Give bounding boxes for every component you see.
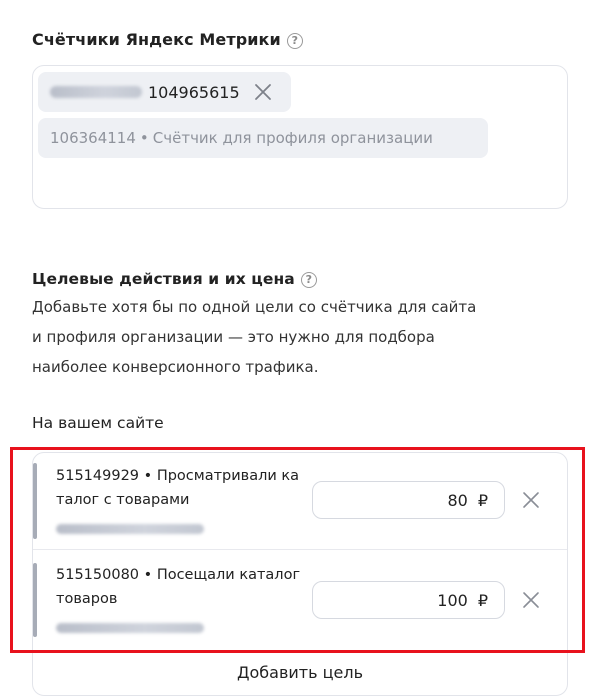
goal-price-input[interactable]: 100 ₽ (312, 581, 505, 619)
goal-id: 515150080 (56, 567, 140, 583)
goal-accent-bar (33, 463, 37, 539)
goal-name-line1: Посещали каталог (156, 567, 301, 583)
counter-chip-selected[interactable]: 104965615 (38, 72, 291, 112)
ruble-currency: ₽ (477, 590, 488, 610)
goal-name-line1: Просматривали ка (156, 468, 300, 484)
help-icon[interactable]: ? (286, 32, 303, 49)
goal-id: 515149929 (56, 468, 140, 484)
goal-price-value: 80 (447, 490, 468, 510)
goal-name-line2: талог с товарами (56, 492, 190, 508)
counter-suggested-description: Счётчик для профиля организации (152, 129, 433, 147)
metrika-counters-heading: Счётчики Яндекс Метрики? (32, 30, 303, 49)
goal-counter-blurred (56, 519, 204, 538)
goal-counter-blurred (56, 618, 204, 637)
goals-heading: Целевые действия и их цена? (32, 270, 317, 288)
goal-separator: • (143, 468, 153, 484)
goals-description-line: и профиля организации — это нужно для по… (32, 328, 435, 346)
goals-description-line: Добавьте хотя бы по одной цели со счётчи… (32, 298, 477, 316)
goals-list: 515149929 • Просматривали ка талог с тов… (32, 452, 568, 696)
counter-separator: • (139, 129, 149, 147)
counter-suggested-id: 106364114 (50, 129, 136, 147)
goal-price-input[interactable]: 80 ₽ (312, 481, 505, 519)
goal-title: 515149929 • Просматривали ка талог с тов… (56, 464, 331, 512)
goals-description-line: наиболее конверсионного трафика. (32, 358, 319, 376)
goal-row: 515149929 • Просматривали ка талог с тов… (33, 453, 567, 551)
counter-chip-id: 104965615 (148, 82, 240, 102)
blurred-counter-name (50, 86, 142, 98)
counter-select-box[interactable]: 104965615 106364114 • Счётчик для профил… (32, 65, 568, 209)
help-icon[interactable]: ? (300, 271, 317, 288)
add-goal-button[interactable]: Добавить цель (33, 649, 567, 695)
remove-goal-close-icon[interactable] (517, 486, 545, 514)
goal-accent-bar (33, 563, 37, 637)
goals-description: Добавьте хотя бы по одной цели со счётчи… (32, 292, 572, 382)
goal-name-line2: товаров (56, 591, 118, 607)
goal-title: 515150080 • Посещали каталог товаров (56, 563, 331, 611)
site-goals-label: На вашем сайте (32, 414, 164, 432)
remove-counter-close-icon[interactable] (254, 83, 272, 101)
remove-goal-close-icon[interactable] (517, 586, 545, 614)
goal-divider (33, 549, 567, 550)
goal-price-value: 100 (437, 590, 468, 610)
goal-row: 515150080 • Посещали каталог товаров 100… (33, 551, 567, 649)
ruble-currency: ₽ (477, 490, 488, 510)
metrika-counters-title: Счётчики Яндекс Метрики (32, 30, 281, 49)
goal-separator: • (143, 567, 153, 583)
goals-title: Целевые действия и их цена (32, 270, 295, 288)
counter-chip-suggested[interactable]: 106364114 • Счётчик для профиля организа… (38, 118, 488, 158)
